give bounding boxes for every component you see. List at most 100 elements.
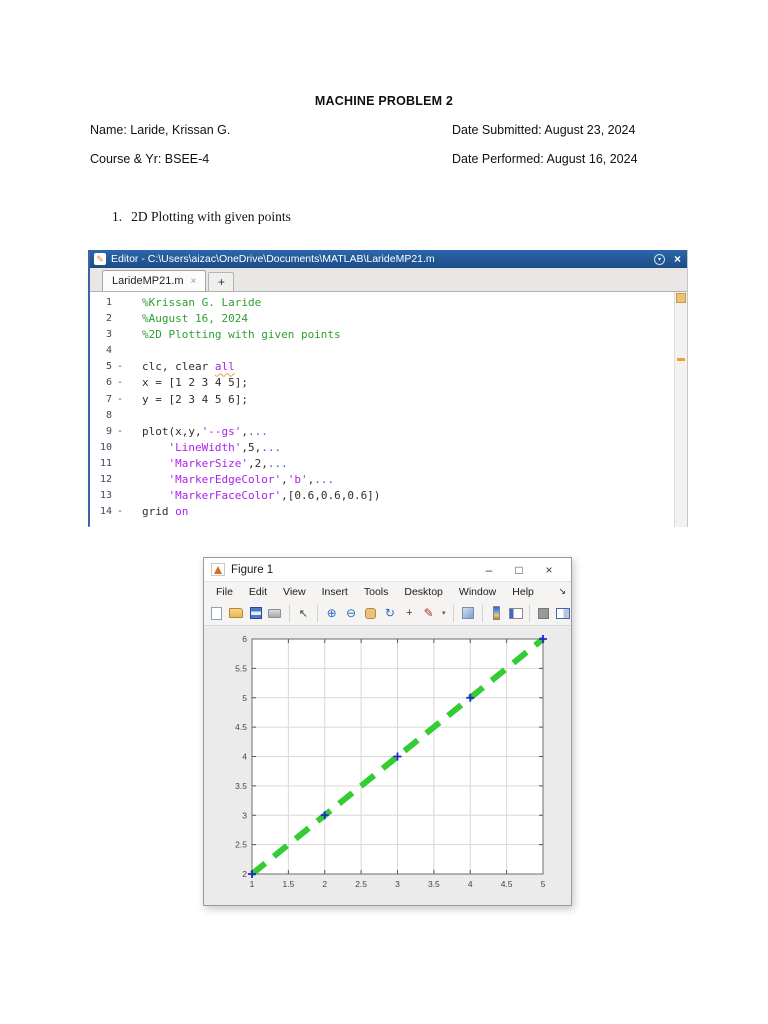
svg-text:2.5: 2.5 bbox=[235, 840, 247, 850]
pan-icon[interactable] bbox=[363, 605, 378, 622]
item-number: 1. bbox=[112, 209, 123, 224]
menu-item-file[interactable]: File bbox=[208, 586, 241, 598]
new-tab-button[interactable]: + bbox=[208, 272, 235, 291]
code-line: 5- clc, clear all bbox=[105, 360, 235, 374]
link-plots-icon[interactable] bbox=[460, 605, 475, 622]
editor-indicator-column[interactable] bbox=[674, 292, 687, 527]
zoom-in-icon[interactable]: ⊕ bbox=[324, 605, 339, 622]
menu-item-window[interactable]: Window bbox=[451, 586, 504, 598]
svg-text:4: 4 bbox=[242, 752, 247, 762]
code-line: 14- grid on bbox=[99, 505, 189, 519]
svg-text:5: 5 bbox=[541, 879, 546, 889]
svg-text:2: 2 bbox=[322, 879, 327, 889]
brush-icon[interactable]: ✎ bbox=[421, 605, 436, 622]
svg-text:1.5: 1.5 bbox=[282, 879, 294, 889]
tab-laridemp21[interactable]: LarideMP21.m × bbox=[102, 270, 207, 291]
tab-close-icon[interactable]: × bbox=[191, 276, 197, 287]
figure-menubar: File Edit View Insert Tools Desktop Window Help… bbox=[204, 582, 571, 601]
figure-toolbar: ↖ ⊕ ⊖ ↻ + ✎ ▾ bbox=[204, 601, 571, 626]
pencil-icon: ✎ bbox=[96, 253, 104, 264]
toolbar-separator bbox=[453, 604, 455, 622]
menu-item-view[interactable]: View bbox=[275, 586, 314, 598]
brush-dropdown-icon[interactable]: ▾ bbox=[440, 609, 447, 617]
menu-overflow-icon[interactable]: ↘ bbox=[558, 586, 571, 597]
menu-item-insert[interactable]: Insert bbox=[314, 586, 356, 598]
figure-titlebar[interactable]: Figure 1 – □ × bbox=[204, 558, 571, 582]
matlab-logo-icon bbox=[211, 563, 225, 576]
figure-title: Figure 1 bbox=[231, 563, 274, 576]
document-page: MACHINE PROBLEM 2 Name: Laride, Krissan … bbox=[0, 0, 768, 1024]
svg-text:4.5: 4.5 bbox=[235, 722, 247, 732]
svg-text:5: 5 bbox=[242, 693, 247, 703]
menu-item-edit[interactable]: Edit bbox=[241, 586, 275, 598]
toolbar-separator bbox=[529, 604, 531, 622]
code-line: 9- plot(x,y,'--gs',... bbox=[105, 424, 268, 438]
show-plot-tools-icon[interactable] bbox=[556, 605, 571, 622]
plot-canvas: 1 1.5 2 2.5 3 3.5 4 4.5 5 2 2.5 3 3.5 4 4.5 5 5.5 6 bbox=[235, 634, 547, 889]
code-line: 4 bbox=[105, 345, 112, 357]
rotate-3d-icon[interactable]: ↻ bbox=[382, 605, 397, 622]
print-icon[interactable] bbox=[267, 605, 282, 622]
code-line: 6-x = [1 2 3 4 5]; bbox=[105, 376, 248, 390]
code-line: 1 %Krissan G. Laride bbox=[105, 296, 262, 309]
toolbar-separator bbox=[288, 604, 290, 622]
svg-text:4: 4 bbox=[468, 879, 473, 889]
save-icon[interactable] bbox=[248, 605, 263, 622]
pointer-icon[interactable]: ↖ bbox=[296, 605, 311, 622]
hide-plot-tools-icon[interactable] bbox=[536, 605, 551, 622]
tab-label: LarideMP21.m bbox=[112, 275, 184, 287]
editor-icon: ✎ bbox=[94, 253, 106, 265]
menu-item-tools[interactable]: Tools bbox=[356, 586, 397, 598]
code-area[interactable]: 1 %Krissan G. Laride 2 %August 16, 2024 3 %2D… bbox=[90, 292, 674, 527]
code-line: 11 'MarkerSize',2,... bbox=[99, 456, 288, 470]
date-submitted-line: Date Submitted: August 23, 2024 bbox=[452, 123, 636, 137]
item-title: 2D Plotting with given points bbox=[131, 209, 291, 224]
window-controls: – □ × bbox=[474, 563, 564, 577]
lint-warning-marker[interactable] bbox=[677, 358, 685, 361]
figure-plot-area[interactable]: 1 1.5 2 2.5 3 3.5 4 4.5 5 2 2.5 3 3.5 4 4.5 5 5.5 6 bbox=[204, 627, 571, 905]
svg-text:1: 1 bbox=[250, 879, 255, 889]
data-cursor-icon[interactable]: + bbox=[402, 605, 417, 622]
toolbar-separator bbox=[317, 604, 318, 622]
date-performed-line: Date Performed: August 16, 2024 bbox=[452, 152, 638, 166]
close-icon[interactable]: × bbox=[534, 563, 564, 577]
matlab-editor-window: ✎ Editor - C:\Users\aizac\OneDrive\Docum… bbox=[88, 250, 688, 527]
insert-colorbar-icon[interactable] bbox=[488, 605, 503, 622]
svg-text:5.5: 5.5 bbox=[235, 663, 247, 673]
zoom-out-icon[interactable]: ⊖ bbox=[343, 605, 358, 622]
svg-text:3: 3 bbox=[395, 879, 400, 889]
editor-title: Editor - C:\Users\aizac\OneDrive\Documen… bbox=[111, 253, 435, 265]
code-line: 10 'LineWidth',5,... bbox=[99, 440, 282, 454]
open-folder-icon[interactable] bbox=[228, 605, 244, 622]
minimize-icon[interactable]: – bbox=[474, 563, 504, 577]
matlab-figure-window: Figure 1 – □ × File Edit View Insert Tools De… bbox=[203, 557, 572, 906]
course-line: Course & Yr: BSEE-4 bbox=[90, 152, 210, 166]
insert-legend-icon[interactable] bbox=[508, 605, 523, 622]
svg-text:2.5: 2.5 bbox=[355, 879, 367, 889]
name-line: Name: Laride, Krissan G. bbox=[90, 123, 231, 137]
menu-item-help[interactable]: Help bbox=[504, 586, 542, 598]
document-title: MACHINE PROBLEM 2 bbox=[314, 94, 454, 108]
code-line: 13 'MarkerFaceColor',[0.6,0.6,0.6]) bbox=[99, 489, 381, 503]
editor-body: 1 %Krissan G. Laride 2 %August 16, 2024 3 %2D… bbox=[90, 292, 687, 527]
lint-status-indicator[interactable] bbox=[676, 293, 686, 303]
maximize-icon[interactable]: □ bbox=[504, 563, 534, 577]
svg-text:6: 6 bbox=[242, 634, 247, 644]
svg-text:3.5: 3.5 bbox=[428, 879, 440, 889]
editor-titlebar[interactable]: ✎ Editor - C:\Users\aizac\OneDrive\Docum… bbox=[90, 250, 687, 268]
menu-item-desktop[interactable]: Desktop bbox=[396, 586, 451, 598]
code-line: 2 %August 16, 2024 bbox=[105, 312, 248, 326]
svg-text:3.5: 3.5 bbox=[235, 781, 247, 791]
editor-menu-icon[interactable]: ▾ bbox=[653, 253, 665, 265]
code-line: 8 bbox=[105, 409, 112, 421]
toolbar-separator bbox=[481, 604, 483, 622]
new-document-icon[interactable] bbox=[209, 605, 224, 622]
code-line: 12 'MarkerEdgeColor','b',... bbox=[99, 473, 335, 487]
code-line: 3 %2D Plotting with given points bbox=[105, 328, 341, 342]
code-line: 7-y = [2 3 4 5 6]; bbox=[105, 392, 248, 406]
list-item-heading: 1. 2D Plotting with given points bbox=[112, 209, 291, 225]
svg-text:4.5: 4.5 bbox=[501, 879, 513, 889]
editor-tabstrip: LarideMP21.m × + bbox=[90, 268, 687, 292]
svg-text:2: 2 bbox=[242, 869, 247, 879]
editor-close-icon[interactable]: × bbox=[674, 253, 681, 265]
